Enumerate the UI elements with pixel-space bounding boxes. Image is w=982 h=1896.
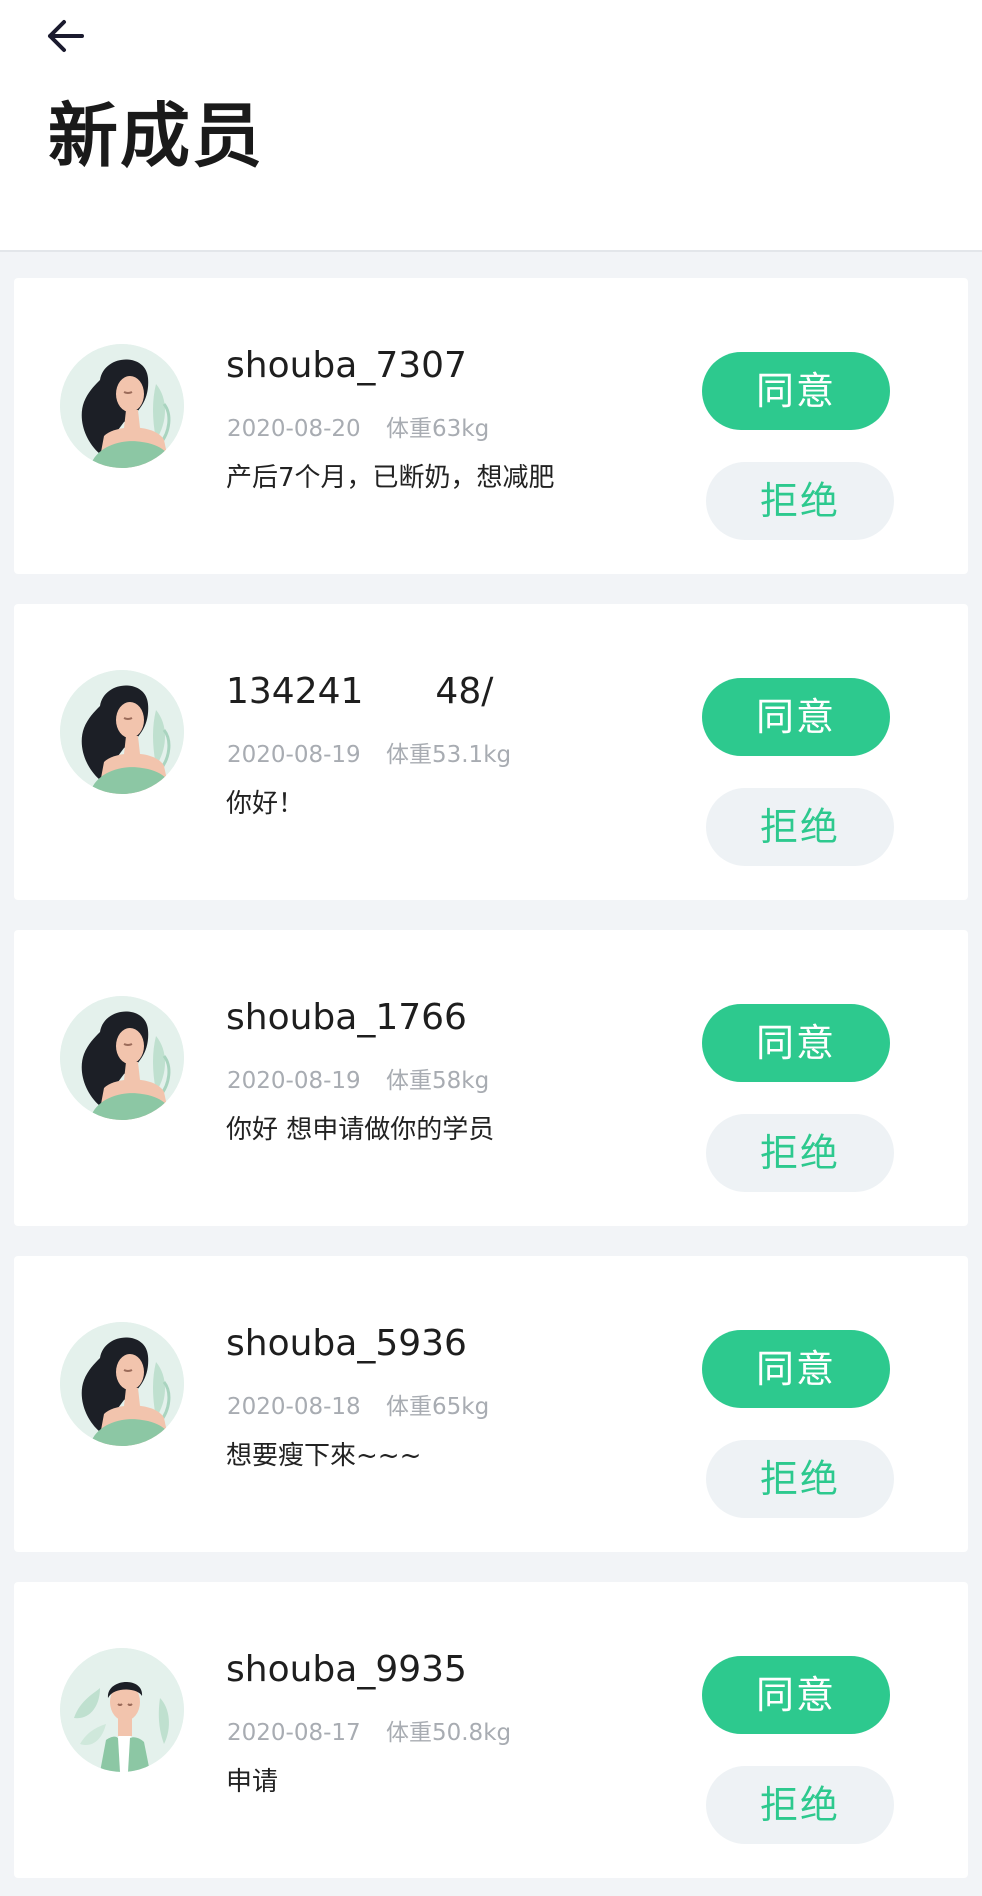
agree-button[interactable]: 同意 xyxy=(702,1330,890,1408)
member-note: 申请 xyxy=(226,1767,279,1797)
male-avatar xyxy=(60,1648,184,1772)
member-name: 134241 48∕ xyxy=(226,671,494,712)
agree-button[interactable]: 同意 xyxy=(702,352,890,430)
female-avatar xyxy=(60,1322,184,1446)
member-weight: 体重58kg xyxy=(385,1068,490,1094)
member-meta: 2020-08-17 体重50.8kg xyxy=(227,1718,511,1748)
member-note: 你好 想申请做你的学员 xyxy=(226,1115,495,1145)
reject-button[interactable]: 拒绝 xyxy=(706,788,894,866)
member-weight: 体重50.8kg xyxy=(385,1720,512,1746)
header: 新成员 xyxy=(0,0,982,252)
member-card: shouba_7307 2020-08-20 体重63kg 产后7个月，已断奶，… xyxy=(14,278,968,574)
reject-button[interactable]: 拒绝 xyxy=(706,1114,894,1192)
back-button[interactable] xyxy=(42,12,90,60)
join-date: 2020-08-19 xyxy=(227,742,361,768)
member-name: shouba_5936 xyxy=(226,1323,467,1364)
member-name: shouba_9935 xyxy=(226,1649,467,1690)
member-name: shouba_1766 xyxy=(226,997,467,1038)
member-note: 想要瘦下來~~~ xyxy=(226,1441,422,1471)
member-card: 134241 48∕ 2020-08-19 体重53.1kg 你好！ 同意 拒绝 xyxy=(14,604,968,900)
female-avatar xyxy=(60,996,184,1120)
member-note: 你好！ xyxy=(226,789,305,819)
agree-button[interactable]: 同意 xyxy=(702,1004,890,1082)
member-name: shouba_7307 xyxy=(226,345,467,386)
reject-button[interactable]: 拒绝 xyxy=(706,1440,894,1518)
agree-button[interactable]: 同意 xyxy=(702,1656,890,1734)
member-meta: 2020-08-19 体重53.1kg xyxy=(227,740,511,770)
page-title: 新成员 xyxy=(48,95,264,177)
member-weight: 体重53.1kg xyxy=(385,742,512,768)
member-weight: 体重65kg xyxy=(385,1394,490,1420)
member-meta: 2020-08-19 体重58kg xyxy=(227,1066,489,1096)
agree-button[interactable]: 同意 xyxy=(702,678,890,756)
arrow-left-icon xyxy=(48,20,84,52)
member-note: 产后7个月，已断奶，想减肥 xyxy=(226,463,555,493)
member-meta: 2020-08-20 体重63kg xyxy=(227,414,489,444)
join-date: 2020-08-19 xyxy=(227,1068,361,1094)
member-weight: 体重63kg xyxy=(385,416,490,442)
female-avatar xyxy=(60,670,184,794)
reject-button[interactable]: 拒绝 xyxy=(706,462,894,540)
member-card: shouba_5936 2020-08-18 体重65kg 想要瘦下來~~~ 同… xyxy=(14,1256,968,1552)
join-date: 2020-08-20 xyxy=(227,416,361,442)
join-date: 2020-08-17 xyxy=(227,1720,361,1746)
member-card: shouba_9935 2020-08-17 体重50.8kg 申请 同意 拒绝 xyxy=(14,1582,968,1878)
join-date: 2020-08-18 xyxy=(227,1394,361,1420)
member-meta: 2020-08-18 体重65kg xyxy=(227,1392,489,1422)
reject-button[interactable]: 拒绝 xyxy=(706,1766,894,1844)
female-avatar xyxy=(60,344,184,468)
member-card: shouba_1766 2020-08-19 体重58kg 你好 想申请做你的学… xyxy=(14,930,968,1226)
